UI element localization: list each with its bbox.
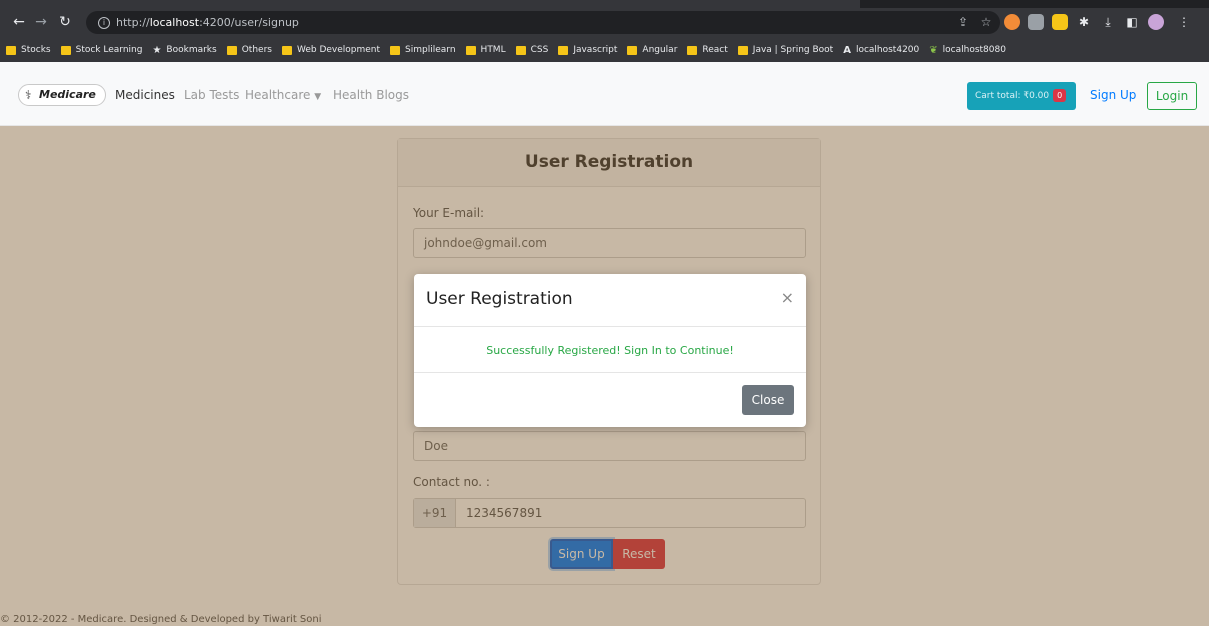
- close-icon[interactable]: ×: [781, 288, 794, 308]
- bookmark-simplilearn[interactable]: Simplilearn: [390, 45, 456, 55]
- bookmark-stocks[interactable]: Stocks: [6, 45, 51, 55]
- success-message: Successfully Registered! Sign In to Cont…: [414, 328, 806, 373]
- extensions-puzzle-icon[interactable]: ✱: [1076, 14, 1092, 30]
- star-icon: ★: [152, 44, 162, 56]
- bookmark-label: Stock Learning: [75, 45, 143, 55]
- bookmark-localhost4200[interactable]: Alocalhost4200: [843, 45, 919, 56]
- caret-down-icon: ▼: [314, 92, 322, 102]
- bookmark-label: Stocks: [21, 45, 51, 55]
- bookmark-star-icon[interactable]: ☆: [978, 14, 994, 30]
- site-info-icon[interactable]: i: [98, 17, 110, 29]
- address-bar[interactable]: i http://localhost:4200/user/signup: [86, 11, 1000, 34]
- bookmark-react[interactable]: React: [687, 45, 728, 55]
- bookmark-css[interactable]: CSS: [515, 45, 549, 55]
- bookmark-label: Simplilearn: [405, 45, 456, 55]
- bookmarks-bar: Stocks Stock Learning ★ Bookmarks Others …: [0, 40, 1209, 60]
- bookmark-label: Javascript: [573, 45, 618, 55]
- download-icon[interactable]: ⤓: [1100, 14, 1116, 30]
- extension-yellow-icon[interactable]: [1052, 14, 1068, 30]
- folder-icon: [226, 45, 237, 55]
- folder-icon: [558, 45, 569, 55]
- folder-icon: [60, 45, 71, 55]
- bookmark-label: Others: [241, 45, 272, 55]
- nav-lab-tests[interactable]: Lab Tests: [184, 88, 239, 102]
- folder-icon: [281, 45, 292, 55]
- cart-count-badge: 0: [1053, 89, 1067, 102]
- extension-gray-icon[interactable]: [1028, 14, 1044, 30]
- registration-modal: User Registration × Successfully Registe…: [414, 274, 806, 427]
- leaf-icon: ❦: [929, 44, 938, 56]
- folder-icon: [687, 45, 698, 55]
- profile-avatar-icon[interactable]: [1148, 14, 1164, 30]
- side-panel-icon[interactable]: ◧: [1124, 14, 1140, 30]
- bookmark-label: Bookmarks: [166, 45, 217, 55]
- bookmark-angular[interactable]: Angular: [627, 45, 677, 55]
- cart-total: Cart total: ₹0.00: [975, 91, 1050, 101]
- brand-logo[interactable]: ⚕ Medicare: [18, 84, 106, 106]
- tab-strip: [0, 0, 1209, 8]
- bookmark-stock-learning[interactable]: Stock Learning: [60, 45, 143, 55]
- signup-link[interactable]: Sign Up: [1090, 88, 1136, 102]
- app-navbar: ⚕ Medicare Medicines Lab Tests Healthcare…: [0, 62, 1209, 126]
- bookmark-label: Angular: [642, 45, 678, 55]
- back-icon[interactable]: ←: [8, 11, 30, 33]
- folder-icon: [390, 45, 401, 55]
- cart-button[interactable]: Cart total: ₹0.00 0: [967, 82, 1076, 110]
- angular-icon: A: [843, 44, 851, 56]
- bookmark-localhost8080[interactable]: ❦ localhost8080: [929, 45, 1006, 56]
- browser-chrome: ← → ↻ i http://localhost:4200/user/signup…: [0, 0, 1209, 62]
- browser-toolbar: ← → ↻ i http://localhost:4200/user/signup…: [0, 8, 1209, 38]
- bookmark-html[interactable]: HTML: [465, 45, 506, 55]
- bookmark-label: Web Development: [296, 45, 381, 55]
- bookmark-others[interactable]: Others: [226, 45, 272, 55]
- folder-icon: [515, 45, 526, 55]
- bookmark-label: React: [702, 45, 728, 55]
- modal-close-button[interactable]: Close: [742, 385, 794, 415]
- bookmark-java-spring-boot[interactable]: Java | Spring Boot: [737, 45, 834, 55]
- share-icon[interactable]: ⇪: [955, 14, 971, 30]
- nav-healthcare[interactable]: Healthcare ▼: [245, 88, 321, 102]
- modal-header: User Registration ×: [414, 274, 806, 327]
- modal-title: User Registration: [426, 289, 573, 309]
- bookmark-label: CSS: [530, 45, 549, 55]
- folder-icon: [465, 45, 476, 55]
- bookmark-javascript[interactable]: Javascript: [558, 45, 617, 55]
- folder-icon: [737, 45, 748, 55]
- active-tab[interactable]: [0, 0, 860, 8]
- extension-orange-icon[interactable]: [1004, 14, 1020, 30]
- caduceus-icon: ⚕: [25, 88, 32, 102]
- url-path: :4200/user/signup: [199, 16, 299, 29]
- bookmark-bookmarks[interactable]: ★ Bookmarks: [152, 45, 216, 56]
- bookmark-label: localhost8080: [942, 45, 1006, 55]
- folder-icon: [6, 45, 16, 55]
- bookmark-label: localhost4200: [855, 45, 920, 55]
- menu-kebab-icon[interactable]: ⋮: [1176, 14, 1192, 30]
- nav-health-blogs[interactable]: Health Blogs: [333, 88, 409, 102]
- url-scheme: http://: [116, 16, 150, 29]
- bookmark-label: HTML: [480, 45, 506, 55]
- bookmark-web-development[interactable]: Web Development: [281, 45, 381, 55]
- reload-icon[interactable]: ↻: [54, 11, 76, 33]
- forward-icon[interactable]: →: [30, 11, 52, 33]
- nav-medicines[interactable]: Medicines: [115, 88, 175, 102]
- brand-name: Medicare: [39, 88, 96, 101]
- folder-icon: [627, 45, 638, 55]
- login-button[interactable]: Login: [1147, 82, 1197, 110]
- url-host: localhost: [149, 16, 200, 29]
- nav-healthcare-label: Healthcare: [245, 88, 311, 102]
- bookmark-label: Java | Spring Boot: [752, 45, 834, 55]
